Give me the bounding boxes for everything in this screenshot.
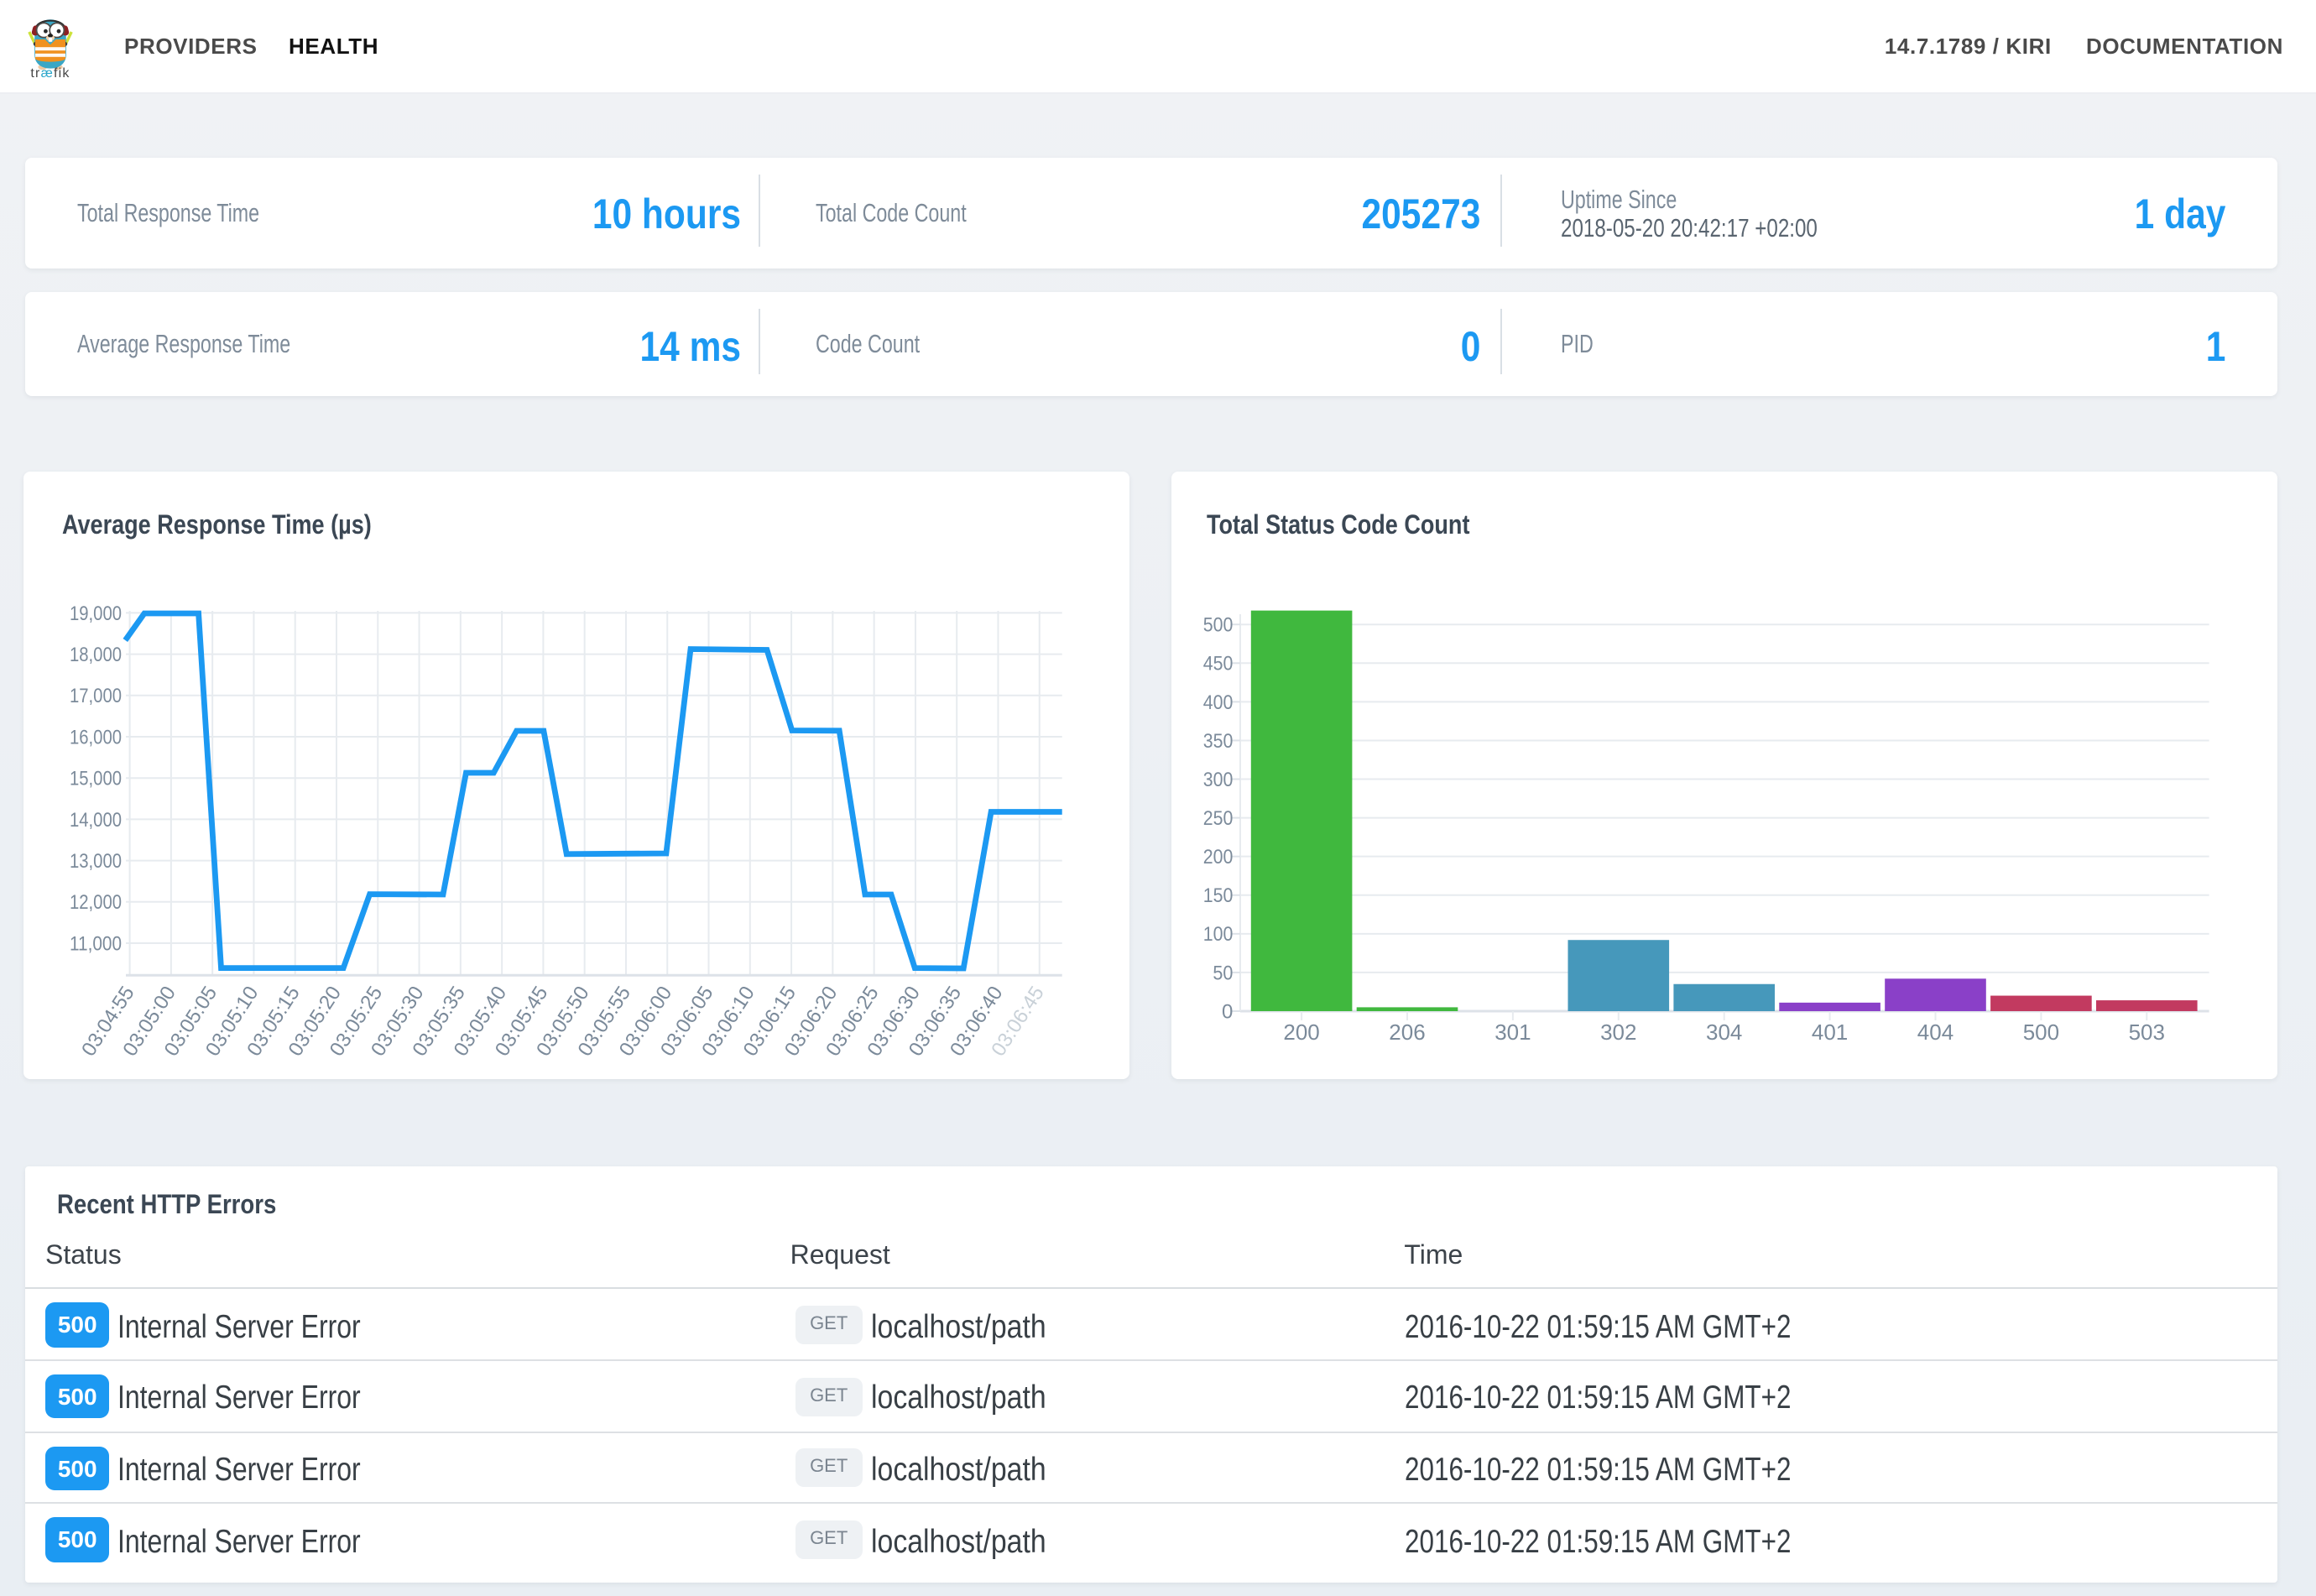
svg-text:250: 250 [1203,807,1234,830]
svg-text:400: 400 [1203,691,1234,714]
svg-text:12,000: 12,000 [70,891,122,914]
svg-text:50: 50 [1213,962,1233,984]
svg-text:11,000: 11,000 [70,932,122,955]
svg-text:100: 100 [1203,923,1234,946]
svg-text:350: 350 [1203,730,1234,753]
svg-text:13,000: 13,000 [70,850,122,873]
svg-text:18,000: 18,000 [70,644,122,666]
svg-text:500: 500 [1203,614,1234,637]
svg-text:14,000: 14,000 [70,809,122,832]
svg-text:150: 150 [1203,884,1234,907]
svg-text:304: 304 [1706,1020,1742,1045]
svg-text:401: 401 [1812,1020,1848,1045]
svg-text:301: 301 [1494,1020,1531,1045]
svg-text:0: 0 [1222,1000,1233,1023]
svg-text:503: 503 [2129,1020,2165,1045]
svg-text:200: 200 [1283,1020,1319,1045]
svg-text:16,000: 16,000 [70,726,122,748]
svg-text:15,000: 15,000 [70,768,122,790]
svg-text:300: 300 [1203,769,1234,791]
svg-text:206: 206 [1389,1020,1425,1045]
svg-text:450: 450 [1203,653,1234,675]
svg-text:19,000: 19,000 [70,602,122,625]
svg-text:404: 404 [1917,1020,1953,1045]
svg-text:500: 500 [2023,1020,2059,1045]
svg-text:200: 200 [1203,846,1234,868]
svg-text:302: 302 [1600,1020,1636,1045]
svg-text:17,000: 17,000 [70,685,122,707]
